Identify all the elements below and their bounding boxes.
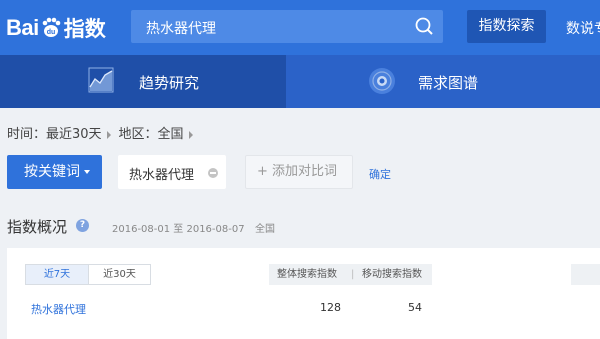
keyword-mode-dropdown[interactable]: 按关键词 — [7, 155, 102, 189]
table-header: 整体搜索指数 | 移动搜索指数 — [269, 264, 432, 285]
row-keyword-link[interactable]: 热水器代理 — [31, 301, 86, 317]
range-30-days[interactable]: 近30天 — [88, 265, 150, 284]
main-tab-bar: 趋势研究 需求图谱 — [0, 55, 600, 108]
remove-keyword-icon[interactable] — [208, 168, 218, 178]
index-overview-title: 指数概况 — [7, 218, 68, 236]
tab-trend-research[interactable]: 趋势研究 — [0, 55, 286, 108]
table-header-extra — [571, 264, 600, 285]
trend-chart-icon — [88, 67, 114, 93]
region-arrow-icon — [188, 130, 193, 139]
row-mobile-value: 54 — [408, 301, 422, 314]
help-icon[interactable]: ? — [76, 219, 89, 232]
keyword-chip-label: 热水器代理 — [129, 168, 195, 183]
overview-date-range: 2016-08-01 至 2016-08-07 — [112, 224, 245, 235]
top-header: Bai du 指数 热水器代理 指数探索 数说专 — [0, 0, 600, 55]
tab-trend-label: 趋势研究 — [139, 74, 200, 92]
time-arrow-icon — [106, 130, 111, 139]
row-overall-value: 128 — [320, 301, 341, 314]
col-separator: | — [351, 269, 355, 280]
svg-text:du: du — [46, 29, 55, 36]
range-toggle: 近7天 近30天 — [25, 264, 151, 285]
keyword-mode-label: 按关键词 — [24, 164, 80, 180]
add-compare-word-button[interactable]: + 添加对比词 — [245, 155, 353, 189]
caret-down-icon — [84, 170, 90, 174]
confirm-link[interactable]: 确定 — [369, 166, 391, 182]
logo-text: Bai — [6, 15, 39, 40]
index-explore-button[interactable]: 指数探索 — [467, 10, 546, 43]
overview-card: 近7天 近30天 整体搜索指数 | 移动搜索指数 热水器代理 128 54 — [7, 248, 600, 339]
range-7-days[interactable]: 近7天 — [26, 265, 88, 284]
logo-cn-text: 指数 — [63, 17, 106, 41]
time-filter[interactable]: 时间：最近30天 — [7, 127, 102, 142]
col-overall-index: 整体搜索指数 — [277, 269, 337, 280]
keyword-chip[interactable]: 热水器代理 — [118, 155, 226, 189]
search-icon[interactable] — [414, 16, 434, 36]
search-input[interactable]: 热水器代理 — [146, 18, 216, 38]
demand-graph-icon — [369, 68, 395, 94]
nav-link-data-talk[interactable]: 数说专 — [566, 18, 600, 38]
baidu-index-logo[interactable]: Bai du 指数 — [6, 13, 106, 43]
filter-bar: 时间：最近30天 地区：全国 — [7, 123, 201, 142]
tab-demand-label: 需求图谱 — [418, 74, 479, 92]
col-mobile-index: 移动搜索指数 — [362, 269, 422, 280]
search-box[interactable]: 热水器代理 — [131, 10, 443, 43]
region-filter[interactable]: 地区：全国 — [119, 127, 184, 142]
paw-icon: du — [42, 17, 61, 37]
overview-region: 全国 — [255, 224, 275, 235]
